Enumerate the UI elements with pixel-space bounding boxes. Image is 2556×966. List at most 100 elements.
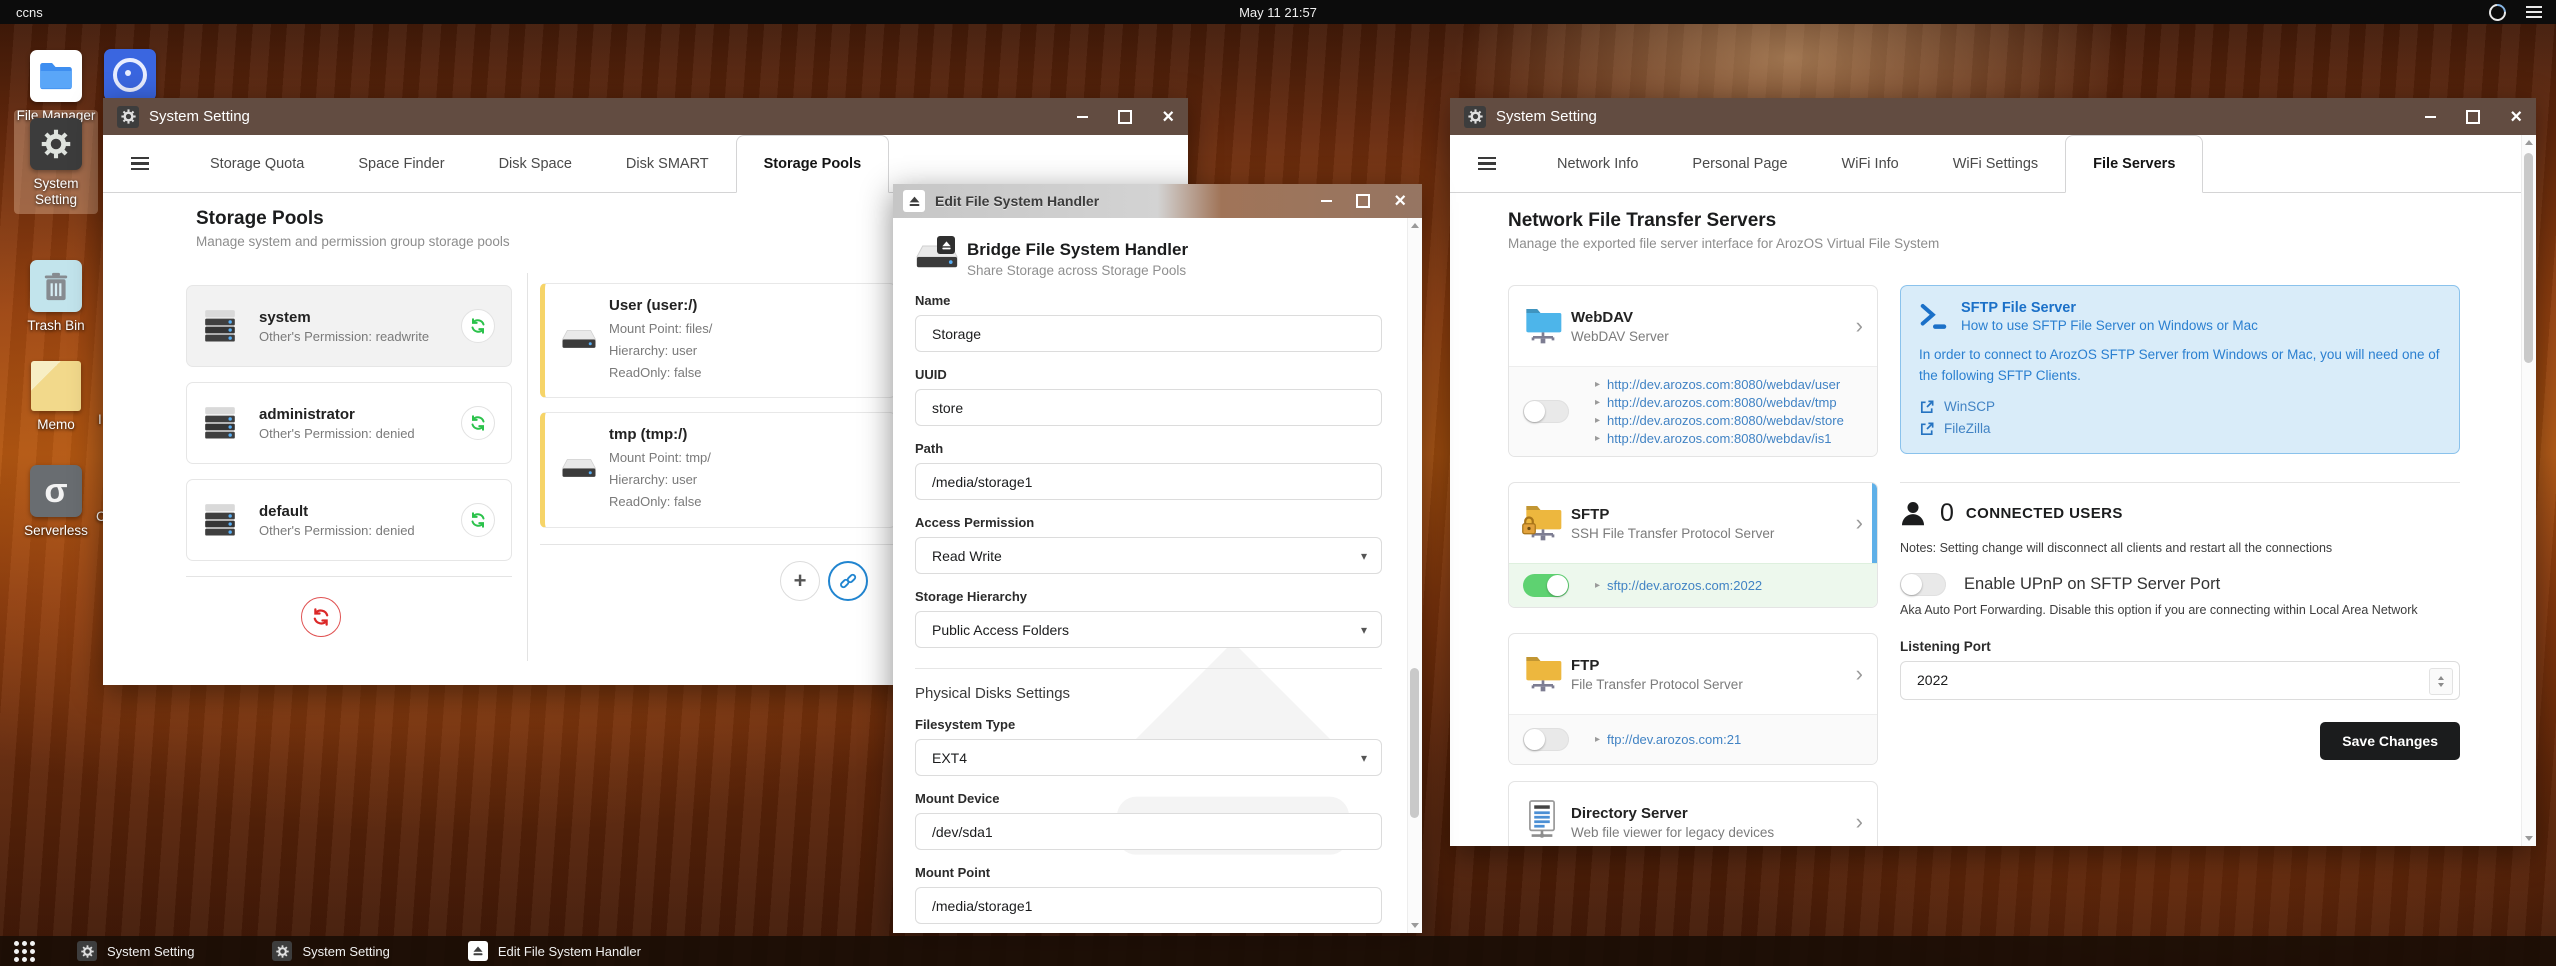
close-button[interactable]: × [2510,107,2522,127]
chevron-right-icon[interactable]: › [1856,663,1863,685]
mount-card-user[interactable]: User (user:/) Mount Point: files/ Hierar… [540,283,896,399]
sftp-toggle[interactable] [1523,574,1569,597]
tab-network-info[interactable]: Network Info [1530,135,1665,192]
server-desc: Web file viewer for legacy devices [1571,824,1775,840]
server-card-ftp[interactable]: FTP File Transfer Protocol Server › ▸ ftp… [1508,633,1878,765]
server-card-sftp[interactable]: SFTP SSH File Transfer Protocol Server ›… [1508,482,1878,608]
minimize-button[interactable] [1321,200,1333,202]
tab-wifi-settings[interactable]: WiFi Settings [1926,135,2065,192]
desktop-icon-disc-app[interactable] [82,49,178,101]
mount-card-tmp[interactable]: tmp (tmp:/) Mount Point: tmp/ Hierarchy:… [540,412,896,528]
scrollbar-thumb[interactable] [1410,668,1419,818]
scrollbar-thumb[interactable] [2524,153,2533,363]
pool-sync-button[interactable] [461,309,495,343]
path-input[interactable] [915,463,1382,500]
server-detail-panel: SFTP File Server How to use SFTP File Se… [1900,285,2460,760]
page-subtitle: Manage system and permission group stora… [196,234,510,249]
taskbar-item-system-setting-2[interactable]: System Setting [272,941,390,961]
desktop-icon-trash-bin[interactable]: Trash Bin [8,260,104,334]
mount-point-input[interactable] [915,887,1382,924]
desktop-icon-memo[interactable]: Memo [8,361,104,433]
filezilla-link[interactable]: FileZilla [1944,421,1991,436]
tab-file-servers[interactable]: File Servers [2065,135,2204,193]
webdav-url-link[interactable]: http://dev.arozos.com:8080/webdav/user [1607,377,1840,392]
edit-window-scrollbar[interactable] [1407,218,1422,933]
save-changes-button[interactable]: Save Changes [2320,721,2460,760]
taskbar-item-system-setting-1[interactable]: System Setting [77,941,194,961]
mount-point: Mount Point: tmp/ [609,450,711,466]
bullet-icon: ▸ [1595,415,1601,426]
maximize-button[interactable] [1356,194,1371,208]
link-icon [839,572,857,589]
selected-value: Read Write [932,547,1002,564]
eject-icon [467,941,488,961]
minimize-button[interactable] [2425,115,2437,118]
desktop-icon-system-setting[interactable]: System Setting [8,118,104,207]
tab-disk-space[interactable]: Disk Space [472,135,599,192]
servers-scrollbar[interactable] [2521,135,2536,846]
chevron-right-icon[interactable]: › [1856,512,1863,534]
memo-note-icon [31,361,81,411]
name-input[interactable] [915,315,1382,352]
connected-users-label: CONNECTED USERS [1965,504,2123,522]
maximize-button[interactable] [1118,109,1133,124]
menu-hamburger-icon[interactable] [2526,6,2542,18]
tab-menu-hamburger-icon[interactable] [131,156,149,171]
reload-pools-button[interactable] [301,597,341,637]
bullet-icon: ▸ [1595,433,1601,444]
webdav-url-link[interactable]: http://dev.arozos.com:8080/webdav/store [1607,413,1844,428]
upnp-toggle[interactable] [1900,572,1946,596]
taskbar-item-edit-fs-handler[interactable]: Edit File System Handler [467,941,641,961]
ftp-url-link[interactable]: ftp://dev.arozos.com:21 [1607,732,1741,747]
physical-disks-section-label: Physical Disks Settings [915,685,1071,702]
server-card-directory[interactable]: Directory Server Web file viewer for leg… [1508,781,1878,846]
tab-storage-pools[interactable]: Storage Pools [735,135,890,193]
upnp-desc: Aka Auto Port Forwarding. Disable this o… [1900,602,2418,617]
tab-disk-smart[interactable]: Disk SMART [599,135,736,192]
pool-card-system[interactable]: system Other's Permission: readwrite [186,285,512,367]
bridge-fs-handler-button[interactable] [828,560,868,601]
listening-port-input[interactable] [1901,661,2459,699]
tab-storage-quota[interactable]: Storage Quota [183,135,331,192]
edit-window-titlebar[interactable]: Edit File System Handler × [893,184,1422,218]
mount-device-input[interactable] [915,813,1382,850]
pool-sync-button[interactable] [461,406,495,440]
tab-personal-page[interactable]: Personal Page [1665,135,1814,192]
page-title: Storage Pools [196,208,324,229]
pool-sync-button[interactable] [461,503,495,537]
add-fs-handler-button[interactable]: + [780,560,820,601]
chevron-right-icon[interactable]: › [1856,315,1863,337]
webdav-toggle[interactable] [1523,400,1569,423]
tab-wifi-info[interactable]: WiFi Info [1815,135,1926,192]
webdav-url-link[interactable]: http://dev.arozos.com:8080/webdav/tmp [1607,395,1837,410]
desktop-icon-serverless[interactable]: σ Serverless [8,465,104,539]
pool-card-administrator[interactable]: administrator Other's Permission: denied [186,382,512,464]
webdav-url-link[interactable]: http://dev.arozos.com:8080/webdav/is1 [1607,431,1832,446]
uuid-input[interactable] [915,389,1382,426]
servers-window-titlebar[interactable]: System Setting × [1450,98,2536,135]
server-name: Directory Server [1571,804,1688,822]
divider [915,668,1382,669]
close-button[interactable]: × [1394,191,1406,211]
sftp-url-link[interactable]: sftp://dev.arozos.com:2022 [1607,578,1762,593]
storage-hierarchy-select[interactable]: Public Access Folders ▾ [915,611,1382,648]
tab-space-finder[interactable]: Space Finder [331,135,471,192]
ftp-toggle[interactable] [1523,728,1569,751]
mount-name: tmp (tmp:/) [609,426,688,444]
arozos-logo-icon[interactable] [2485,0,2510,24]
filesystem-type-select[interactable]: EXT4 ▾ [915,739,1382,776]
storage-window-titlebar[interactable]: System Setting × [103,98,1188,135]
maximize-button[interactable] [2466,109,2481,124]
server-card-webdav[interactable]: WebDAV WebDAV Server › ▸ http://dev.arozo… [1508,285,1878,457]
winscp-link[interactable]: WinSCP [1944,399,1995,414]
chevron-right-icon[interactable]: › [1856,811,1863,833]
pool-card-default[interactable]: default Other's Permission: denied [186,479,512,561]
tab-menu-hamburger-icon[interactable] [1478,156,1496,171]
app-launcher-icon[interactable] [14,940,35,962]
access-permission-select[interactable]: Read Write ▾ [915,537,1382,574]
number-stepper[interactable] [2429,667,2453,695]
close-button[interactable]: × [1162,107,1174,127]
name-label: Name [915,293,951,308]
minimize-button[interactable] [1077,115,1089,118]
server-list: WebDAV WebDAV Server › ▸ http://dev.arozo… [1508,285,1878,846]
